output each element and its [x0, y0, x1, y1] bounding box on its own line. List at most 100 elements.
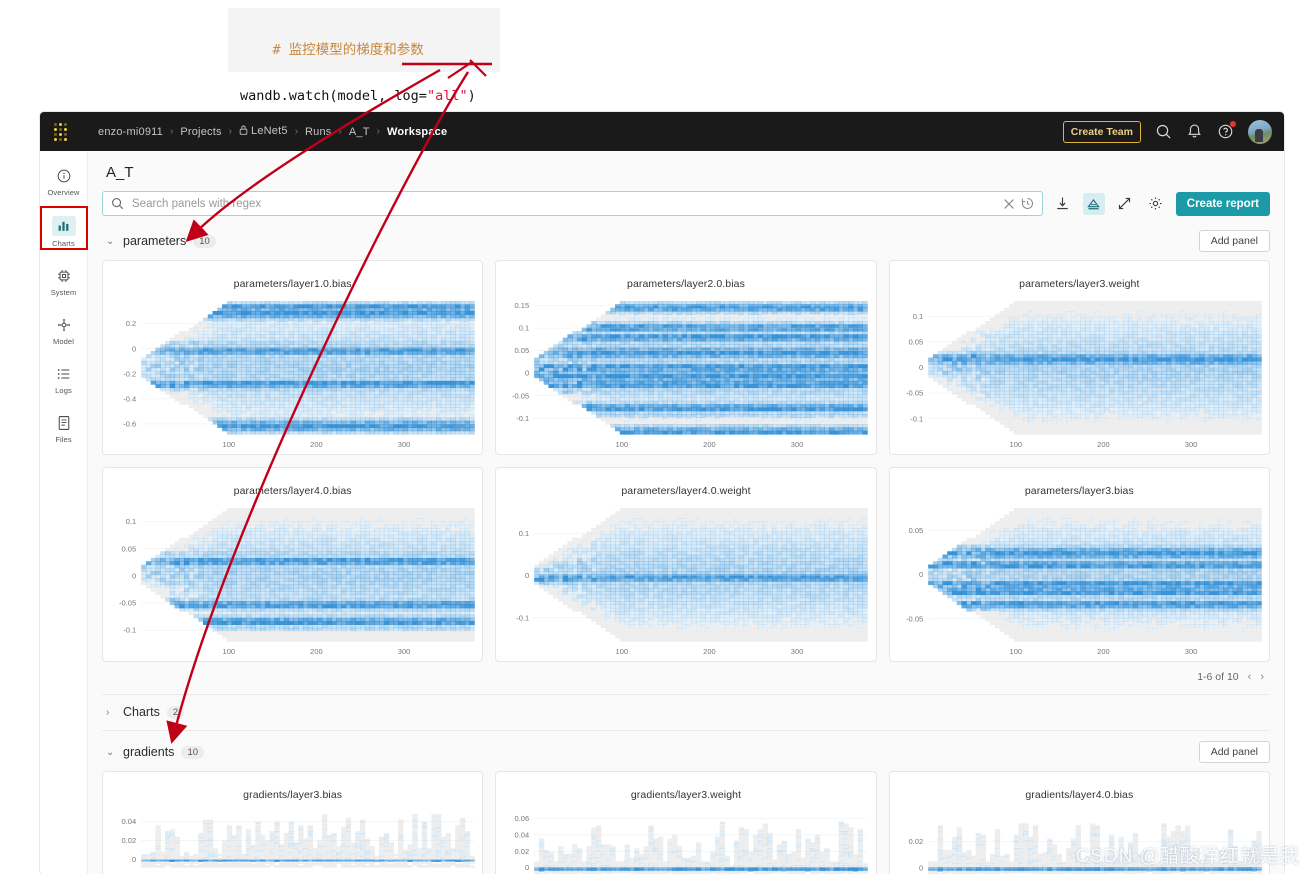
move-panels-icon[interactable] [1052, 193, 1074, 215]
sidebar-item-charts[interactable]: Charts [40, 206, 88, 252]
add-panel-button[interactable]: Add panel [1198, 741, 1270, 763]
breadcrumb-item-projects[interactable]: Projects [180, 126, 221, 138]
chart-panel[interactable]: parameters/layer4.0.bias 0.1 0.05 0 -0.05 -0… [102, 467, 484, 662]
breadcrumb-item-user[interactable]: enzo-mi0911 [98, 126, 163, 138]
chart-panel[interactable]: parameters/layer4.0.weight 0.1 0 -0.1 100 20… [495, 467, 877, 662]
help-icon[interactable] [1217, 121, 1236, 140]
plot-area[interactable]: 0.1 0 -0.1 100 200 300 [496, 502, 875, 661]
chart-panel[interactable]: gradients/layer3.weight 0.060.040.020-0.… [495, 771, 877, 874]
svg-text:-0.6: -0.6 [123, 420, 136, 429]
svg-text:300: 300 [398, 440, 411, 449]
code-comment-text: # 监控模型的梯度和参数 [272, 42, 424, 58]
panel-title: parameters/layer3.weight [1019, 278, 1140, 290]
file-document-icon [55, 414, 73, 432]
section-header-charts[interactable]: › Charts 2 [106, 705, 1270, 719]
notification-badge-dot [1230, 121, 1236, 127]
panel-title: gradients/layer3.bias [243, 789, 343, 801]
chart-panel[interactable]: parameters/layer3.weight 0.1 0.05 0 -0.05 -0… [888, 260, 1270, 455]
sidebar-item-overview[interactable]: Overview [42, 161, 86, 201]
section-header-gradients[interactable]: ⌄ gradients 10 Add panel [106, 741, 1270, 763]
svg-text:0: 0 [132, 344, 136, 353]
bar-chart-icon [51, 216, 76, 236]
svg-text:200: 200 [310, 440, 323, 449]
sidebar-item-files[interactable]: Files [42, 408, 86, 448]
breadcrumb-separator: › [169, 126, 174, 137]
section-divider [102, 730, 1270, 731]
plot-area[interactable]: 0.1 0.05 0 -0.05 -0.1 100 200 300 [890, 295, 1269, 454]
chart-panel[interactable]: gradients/layer3.bias 0.040.020-0.02 [102, 771, 484, 874]
plot-area[interactable]: 0.15 0.1 0.05 0 -0.05 -0.1 100 200 300 [496, 295, 875, 454]
plot-area[interactable]: 0.02 0 [890, 806, 1269, 874]
section-count-badge: 10 [181, 745, 205, 759]
panel-toolbar: Create report [102, 191, 1270, 216]
model-node-icon [55, 316, 73, 334]
section-header-parameters[interactable]: ⌄ parameters 10 Add panel [106, 230, 1270, 252]
plot-area[interactable]: 0.05 0 -0.05 100 200 300 [890, 502, 1269, 661]
avatar[interactable] [1248, 119, 1272, 144]
breadcrumb-separator: › [228, 126, 233, 137]
top-navigation-bar: enzo-mi0911 › Projects › LeNet5 › Runs ›… [40, 112, 1284, 151]
section-divider [102, 694, 1270, 695]
section-name: parameters [123, 234, 187, 248]
svg-text:0.2: 0.2 [126, 319, 136, 328]
bell-icon[interactable] [1186, 123, 1203, 140]
add-panel-button[interactable]: Add panel [1198, 230, 1270, 252]
workspace-main: A_T Search panels with regex Create repo… [88, 151, 1284, 874]
panel-title: parameters/layer1.0.bias [233, 278, 352, 290]
code-snippet-callout: # 监控模型的梯度和参数 wandb.watch(model, log="all… [228, 8, 500, 104]
plot-area[interactable]: 0.2 0 -0.2 -0.4 -0.6 100 200 300 Step [103, 295, 482, 454]
section-count-badge: 10 [193, 234, 216, 248]
wandb-logo-icon[interactable] [54, 122, 72, 141]
parameters-panel-grid: parameters/layer1.0.bias 0.2 0 -0.2 -0.4 -0.… [102, 260, 1270, 662]
sidebar-item-label: Overview [47, 188, 80, 197]
plot-area[interactable]: 0.1 0.05 0 -0.05 -0.1 100 200 300 [103, 502, 482, 661]
panel-title: parameters/layer4.0.bias [233, 485, 352, 497]
close-x-icon[interactable] [1003, 198, 1015, 210]
breadcrumb-item-runs[interactable]: Runs [305, 126, 331, 138]
code-string-literal: "all" [426, 88, 468, 104]
create-report-button[interactable]: Create report [1175, 191, 1270, 216]
sidebar-item-label: Model [53, 337, 74, 346]
breadcrumb-separator: › [338, 126, 342, 137]
search-icon[interactable] [1155, 123, 1172, 140]
chart-panel[interactable]: parameters/layer3.bias 0.05 0 -0.05 100 200 3… [888, 467, 1270, 662]
panel-title: gradients/layer4.0.bias [1025, 789, 1134, 801]
pagination-range: 1-6 of 10 [1197, 671, 1239, 683]
svg-text:Step: Step [452, 425, 467, 432]
plot-area[interactable]: 0.060.040.020-0.02 [496, 806, 875, 874]
gear-icon[interactable] [1145, 193, 1167, 215]
chevron-right-icon[interactable]: › [106, 707, 116, 718]
pagination-next-icon[interactable]: › [1260, 671, 1264, 683]
sidebar-item-label: Charts [52, 239, 75, 248]
chart-panel[interactable]: parameters/layer1.0.bias 0.2 0 -0.2 -0.4 -0.… [102, 260, 484, 455]
svg-text:-0.2: -0.2 [123, 369, 136, 378]
breadcrumb-item-run[interactable]: A_T [349, 126, 370, 138]
sidebar-item-label: System [50, 288, 77, 297]
chart-panel[interactable]: gradients/layer4.0.bias 0.02 0 [888, 771, 1270, 874]
chart-panel[interactable]: parameters/layer2.0.bias 0.15 0.1 0.05 0 -0.… [495, 260, 877, 455]
section-name: gradients [123, 745, 175, 759]
left-sidebar: Overview Charts System Model Logs Files [40, 151, 88, 874]
search-icon [111, 197, 124, 210]
breadcrumb-item-project[interactable]: LeNet5 [239, 125, 288, 138]
sidebar-item-logs[interactable]: Logs [42, 359, 86, 399]
create-team-button[interactable]: Create Team [1062, 120, 1141, 143]
chevron-down-icon[interactable]: ⌄ [106, 747, 116, 758]
resize-panels-icon[interactable] [1114, 193, 1136, 215]
search-input[interactable] [130, 196, 997, 211]
lock-icon [239, 125, 248, 138]
chevron-down-icon[interactable]: ⌄ [106, 236, 116, 247]
sidebar-item-system[interactable]: System [42, 261, 86, 301]
top-nav-actions: Create Team [1062, 119, 1272, 144]
breadcrumb-item-workspace[interactable]: Workspace [387, 126, 447, 138]
history-clock-icon[interactable] [1021, 197, 1034, 210]
section-count-badge: 2 [166, 705, 185, 719]
sort-panels-icon[interactable] [1082, 192, 1105, 215]
code-statement-line: wandb.watch(model, log="all") [240, 85, 490, 108]
svg-text:-0.4: -0.4 [123, 394, 136, 403]
pagination-prev-icon[interactable]: ‹ [1248, 671, 1252, 683]
sidebar-item-model[interactable]: Model [42, 310, 86, 350]
breadcrumb: enzo-mi0911 › Projects › LeNet5 › Runs ›… [98, 125, 447, 138]
search-panels-box[interactable] [102, 191, 1043, 216]
plot-area[interactable]: 0.040.020-0.02 [103, 806, 482, 874]
